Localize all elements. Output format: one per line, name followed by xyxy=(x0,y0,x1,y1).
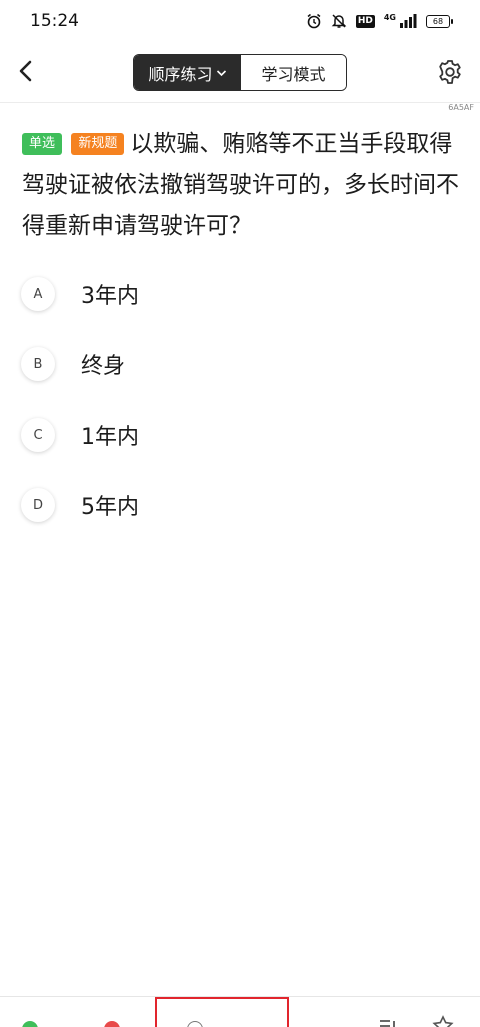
option-letter: D xyxy=(21,488,55,522)
question-type-badge: 单选 xyxy=(22,133,63,155)
mode-tab-sequential[interactable]: 顺序练习 xyxy=(134,55,241,90)
status-bar: 15:24 HD 4G 68 xyxy=(0,0,480,40)
wrong-count-icon[interactable] xyxy=(104,1021,120,1027)
option-text: 1年内 xyxy=(81,425,139,450)
network-type-label: 4G xyxy=(383,12,396,22)
option-d[interactable]: D 5年内 xyxy=(21,480,461,530)
top-nav-bar: 顺序练习 学习模式 xyxy=(0,40,480,103)
list-icon[interactable] xyxy=(378,1019,398,1027)
app-screen: 15:24 HD 4G 68 顺序练习 学习模式 6A5AF 单选 新规题 以欺… xyxy=(0,0,480,1027)
back-arrow-icon[interactable] xyxy=(12,57,40,85)
option-text: 5年内 xyxy=(81,495,139,520)
progress-highlight-box xyxy=(155,997,289,1027)
hd-badge: HD xyxy=(355,14,375,28)
alarm-icon xyxy=(307,13,321,29)
star-icon[interactable] xyxy=(432,1015,454,1027)
status-icons: HD 4G 68 xyxy=(306,11,453,31)
bottom-bar xyxy=(0,996,480,1027)
option-letter: C xyxy=(21,418,55,452)
status-time: 15:24 xyxy=(30,11,79,31)
battery-level: 68 xyxy=(432,16,444,26)
mode-tab-sequential-label: 顺序练习 xyxy=(148,64,213,84)
option-c[interactable]: C 1年内 xyxy=(21,410,461,460)
correct-count-icon[interactable] xyxy=(22,1021,38,1027)
new-rule-badge: 新规题 xyxy=(71,133,125,155)
option-b[interactable]: B 终身 xyxy=(21,339,461,389)
signal-icon xyxy=(400,14,417,28)
gear-icon[interactable] xyxy=(436,58,464,86)
option-text: 终身 xyxy=(81,354,126,379)
option-letter: A xyxy=(21,277,55,311)
battery-icon: 68 xyxy=(426,14,453,28)
mode-tab-study[interactable]: 学习模式 xyxy=(241,55,346,90)
question-stem: 单选 新规题 以欺骗、贿赂等不正当手段取得驾驶证被依法撤销驾驶许可的，多长时间不得… xyxy=(22,124,462,247)
chevron-down-icon xyxy=(216,69,226,76)
mute-bell-icon xyxy=(331,14,347,28)
mode-switch: 顺序练习 学习模式 xyxy=(133,54,347,91)
option-a[interactable]: A 3年内 xyxy=(21,269,461,319)
option-letter: B xyxy=(21,347,55,381)
mode-tab-study-label: 学习模式 xyxy=(261,64,326,84)
question-id: 6A5AF xyxy=(448,103,474,112)
option-text: 3年内 xyxy=(81,284,139,309)
